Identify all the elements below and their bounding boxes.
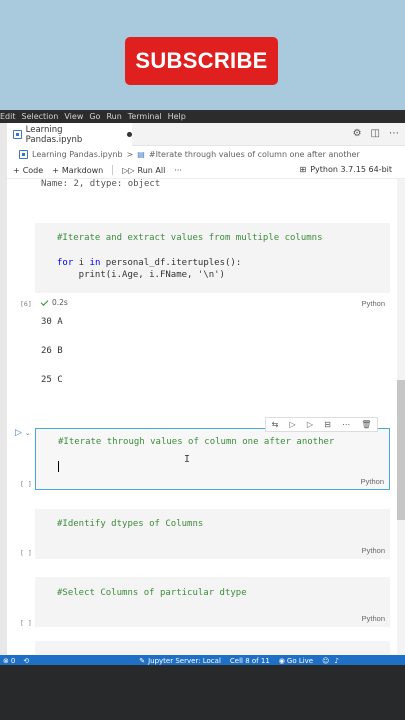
menu-bar: Edit Selection View Go Run Terminal Help	[0, 110, 405, 123]
menu-help[interactable]: Help	[168, 112, 186, 121]
error-count[interactable]: 0	[11, 657, 15, 665]
status-bar: ⊗ 0 ⟲ ✎ Jupyter Server: Local Cell 8 of …	[0, 655, 405, 665]
code-cell-iterate-extract[interactable]: #Iterate and extract values from multipl…	[35, 223, 390, 293]
feedback-icon[interactable]: ☺	[322, 657, 329, 665]
code-line: print(i.Age, i.FName, '\n')	[57, 270, 225, 280]
mouse-ibeam-icon: I	[184, 454, 191, 465]
split-editor-icon[interactable]: ◫	[371, 128, 380, 139]
notebook-toolbar: + Code + Markdown ▷▷ Run All ··· ⊞ Pytho…	[7, 162, 405, 179]
run-cell-icon[interactable]: ▷	[289, 420, 295, 429]
menu-terminal[interactable]: Terminal	[128, 112, 162, 121]
run-all-button[interactable]: ▷▷ Run All	[122, 166, 165, 175]
add-code-label: Code	[22, 165, 44, 175]
kernel-picker[interactable]: ⊞ Python 3.7.15 64-bit	[300, 165, 392, 174]
execution-time: 0.2s	[52, 298, 68, 307]
go-live-icon: ◉	[278, 656, 285, 665]
code-cell-next[interactable]	[35, 641, 390, 655]
add-markdown-label: Markdown	[61, 165, 104, 175]
cell-status: 0.2s	[40, 297, 68, 307]
cell-more-icon[interactable]: ⋯	[342, 420, 350, 429]
text-cursor	[58, 461, 59, 472]
breadcrumb-file[interactable]: Learning Pandas.ipynb	[32, 150, 123, 159]
code-cell-iterate-one-after-another[interactable]: #Iterate through values of column one af…	[35, 428, 390, 490]
menu-run[interactable]: Run	[106, 112, 121, 121]
success-check-icon	[40, 297, 49, 306]
video-background-bottom	[0, 665, 405, 720]
cell-language-label[interactable]: Python	[362, 614, 385, 623]
code-line: for i in personal_df.itertuples():	[57, 258, 242, 268]
jupyter-server-icon: ✎	[139, 656, 146, 665]
scrollbar-thumb[interactable]	[397, 380, 405, 520]
menu-edit[interactable]: Edit	[0, 112, 16, 121]
code-comment: #Iterate and extract values from multipl…	[57, 233, 323, 243]
menu-go[interactable]: Go	[89, 112, 100, 121]
breadcrumb-section[interactable]: #Iterate through values of column one af…	[149, 150, 360, 159]
cell-language-label[interactable]: Python	[362, 546, 385, 555]
run-cell-icon[interactable]: ▷ ⌄	[15, 428, 31, 438]
execution-count: [ ]	[20, 480, 32, 488]
toolbar-more-button[interactable]: ···	[174, 166, 182, 175]
notebook-icon	[19, 149, 28, 159]
output-line: 30 A	[41, 317, 63, 327]
toolbar-divider	[112, 165, 114, 175]
notebook-icon	[13, 130, 22, 139]
code-comment: #Select Columns of particular dtype	[57, 588, 247, 598]
go-live-button[interactable]: Go Live	[287, 657, 313, 665]
cell-toolbar: ⇆ ▷ ▷ ⊟ ⋯ 🗑	[265, 417, 378, 432]
code-comment: #Identify dtypes of Columns	[57, 519, 204, 529]
breadcrumb: Learning Pandas.ipynb > ▤ #Iterate throu…	[7, 146, 405, 162]
output-line: 26 B	[41, 346, 63, 356]
execution-count: [ ]	[20, 549, 32, 557]
run-above-icon[interactable]: ⇆	[272, 420, 279, 429]
editor-tabs: Learning Pandas.ipynb ⚙ ◫ ⋯	[7, 123, 405, 146]
sync-icon[interactable]: ⟲	[23, 657, 29, 665]
jupyter-server-status[interactable]: Jupyter Server: Local	[148, 657, 221, 665]
tab-learning-pandas[interactable]: Learning Pandas.ipynb	[7, 123, 132, 146]
more-actions-icon[interactable]: ⋯	[389, 128, 399, 139]
menu-view[interactable]: View	[64, 112, 83, 121]
execution-count: [6]	[20, 300, 32, 308]
tab-actions: ⚙ ◫ ⋯	[353, 128, 399, 139]
error-icon[interactable]: ⊗	[3, 657, 9, 665]
kernel-icon: ⊞	[299, 165, 307, 174]
toolbar-more-label: ···	[174, 165, 182, 175]
plus-icon: +	[52, 165, 59, 175]
add-markdown-button[interactable]: + Markdown	[52, 166, 103, 175]
cell-position[interactable]: Cell 8 of 11	[230, 657, 270, 665]
execution-count: [ ]	[20, 619, 32, 627]
code-comment: #Iterate through values of column one af…	[58, 437, 335, 447]
menu-selection[interactable]: Selection	[22, 112, 59, 121]
cell-language-label[interactable]: Python	[362, 299, 385, 308]
delete-cell-icon[interactable]: 🗑	[361, 420, 371, 429]
run-all-label: Run All	[137, 165, 166, 175]
code-cell-select-columns[interactable]: #Select Columns of particular dtype Pyth…	[35, 577, 390, 627]
unsaved-dot-icon[interactable]	[127, 132, 132, 137]
plus-icon: +	[13, 165, 20, 175]
code-cell-identify-dtypes[interactable]: #Identify dtypes of Columns Python	[35, 509, 390, 559]
gear-icon[interactable]: ⚙	[353, 128, 362, 139]
split-cell-icon[interactable]: ⊟	[324, 420, 331, 429]
breadcrumb-separator: >	[126, 149, 134, 159]
kernel-label: Python 3.7.15 64-bit	[310, 165, 392, 174]
vscode-window: Edit Selection View Go Run Terminal Help…	[0, 110, 405, 665]
tab-filename: Learning Pandas.ipynb	[25, 124, 83, 145]
markdown-section-icon: ▤	[137, 149, 145, 159]
output-line: 25 C	[41, 375, 63, 385]
run-all-icon: ▷▷	[122, 165, 135, 175]
truncated-output: Name: 2, dtype: object	[41, 179, 161, 189]
subscribe-button[interactable]: SUBSCRIBE	[125, 37, 278, 85]
cell-language-label[interactable]: Python	[361, 477, 384, 486]
notifications-icon[interactable]: ♪	[334, 657, 338, 665]
run-below-icon[interactable]: ▷	[307, 420, 313, 429]
activity-bar	[0, 123, 7, 655]
add-code-button[interactable]: + Code	[13, 166, 43, 175]
